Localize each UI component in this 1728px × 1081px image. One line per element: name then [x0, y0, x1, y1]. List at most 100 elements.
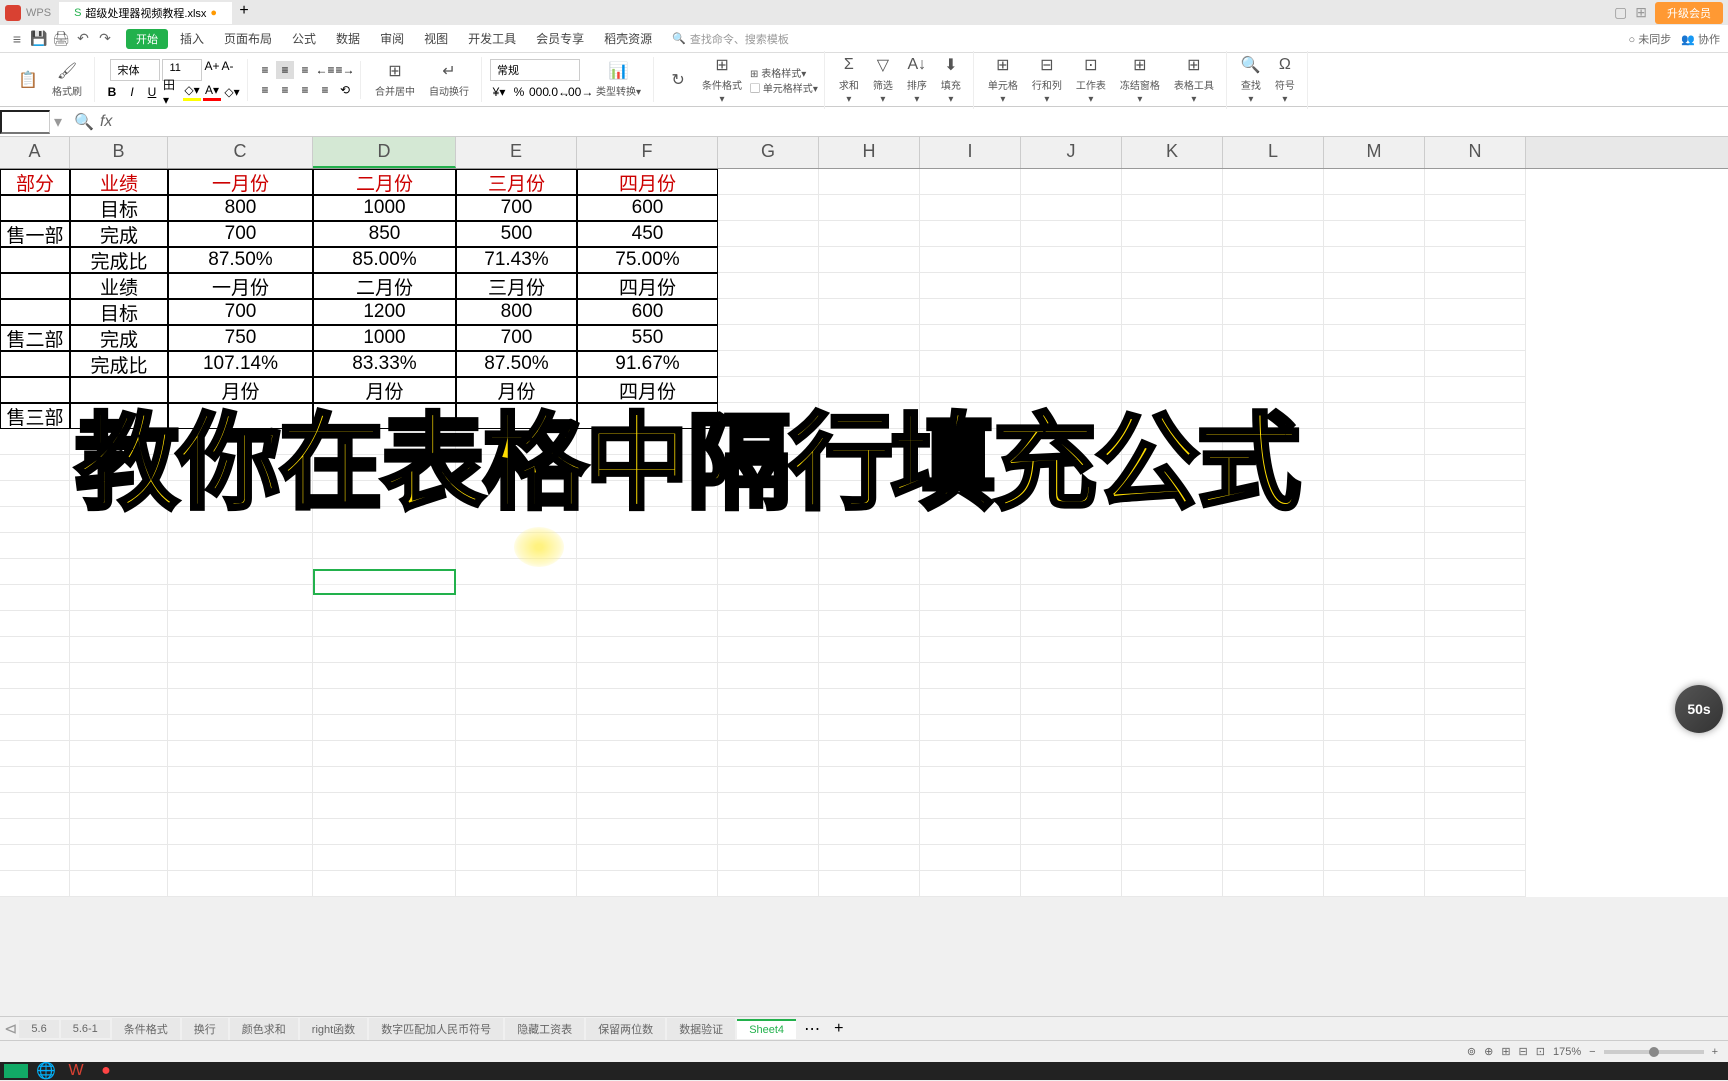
- cell[interactable]: [1324, 351, 1425, 377]
- col-header-A[interactable]: A: [0, 137, 70, 168]
- start-button[interactable]: [4, 1064, 28, 1078]
- cell[interactable]: [1324, 403, 1425, 429]
- cell[interactable]: [0, 767, 70, 793]
- cell[interactable]: [1021, 767, 1122, 793]
- menu-data[interactable]: 数据: [328, 27, 368, 50]
- cell[interactable]: 业绩: [70, 273, 168, 299]
- cell[interactable]: [456, 741, 577, 767]
- cell[interactable]: [819, 195, 920, 221]
- type-convert-button[interactable]: 📊类型转换▾: [590, 57, 647, 102]
- fill-button[interactable]: ⬇填充▾: [935, 51, 967, 109]
- cell[interactable]: [168, 559, 313, 585]
- cell[interactable]: [920, 611, 1021, 637]
- sheet-more-icon[interactable]: ⋯: [798, 1019, 826, 1039]
- cell[interactable]: [1122, 767, 1223, 793]
- cell[interactable]: [718, 585, 819, 611]
- cell[interactable]: 750: [168, 325, 313, 351]
- cell[interactable]: [920, 845, 1021, 871]
- col-header-C[interactable]: C: [168, 137, 313, 168]
- cell[interactable]: [70, 611, 168, 637]
- zoom-slider[interactable]: [1604, 1050, 1704, 1054]
- cell[interactable]: [1122, 351, 1223, 377]
- cell[interactable]: 800: [456, 299, 577, 325]
- col-header-I[interactable]: I: [920, 137, 1021, 168]
- cell[interactable]: [313, 585, 456, 611]
- cell[interactable]: 四月份: [577, 273, 718, 299]
- record-icon[interactable]: ●: [94, 1064, 118, 1078]
- cell[interactable]: [1122, 195, 1223, 221]
- cell[interactable]: 二月份: [313, 273, 456, 299]
- dec-dec-icon[interactable]: .00→: [570, 83, 588, 101]
- sheet-tab[interactable]: 隐藏工资表: [505, 1018, 584, 1040]
- cell[interactable]: [920, 169, 1021, 195]
- cell[interactable]: [1425, 559, 1526, 585]
- cell[interactable]: [456, 871, 577, 897]
- cell[interactable]: [70, 559, 168, 585]
- cell[interactable]: [1425, 403, 1526, 429]
- cell[interactable]: [1324, 247, 1425, 273]
- cell[interactable]: [0, 845, 70, 871]
- format-painter-button[interactable]: 🖌 格式刷: [46, 57, 88, 102]
- cell[interactable]: [1223, 663, 1324, 689]
- cell[interactable]: [819, 637, 920, 663]
- cell[interactable]: 550: [577, 325, 718, 351]
- cell[interactable]: [0, 481, 70, 507]
- cell[interactable]: [920, 741, 1021, 767]
- menu-insert[interactable]: 插入: [172, 27, 212, 50]
- cell[interactable]: [718, 247, 819, 273]
- window-icon[interactable]: ⊞: [1635, 4, 1647, 21]
- cell[interactable]: [1425, 169, 1526, 195]
- document-tab[interactable]: S 超级处理器视频教程.xlsx ●: [59, 2, 232, 24]
- cell[interactable]: [1223, 169, 1324, 195]
- cell[interactable]: [1021, 325, 1122, 351]
- cell[interactable]: [1021, 169, 1122, 195]
- sheet-tab[interactable]: 条件格式: [112, 1018, 180, 1040]
- cell[interactable]: [819, 169, 920, 195]
- percent-icon[interactable]: %: [510, 83, 528, 101]
- cell[interactable]: [819, 273, 920, 299]
- cell[interactable]: [1324, 195, 1425, 221]
- cell[interactable]: [1021, 533, 1122, 559]
- cell[interactable]: [168, 819, 313, 845]
- cell[interactable]: [1425, 819, 1526, 845]
- cell[interactable]: [1425, 507, 1526, 533]
- cell[interactable]: [1324, 767, 1425, 793]
- cell[interactable]: [70, 741, 168, 767]
- cell[interactable]: [70, 663, 168, 689]
- col-header-N[interactable]: N: [1425, 137, 1526, 168]
- cell[interactable]: [1223, 845, 1324, 871]
- collab-button[interactable]: 👥 协作: [1681, 31, 1720, 47]
- view-icon[interactable]: ⊕: [1484, 1045, 1493, 1058]
- cell[interactable]: [1425, 663, 1526, 689]
- cell[interactable]: [1223, 221, 1324, 247]
- cell[interactable]: [920, 325, 1021, 351]
- cell[interactable]: [1425, 351, 1526, 377]
- cell[interactable]: [168, 533, 313, 559]
- cell[interactable]: [1223, 637, 1324, 663]
- cell[interactable]: [1324, 377, 1425, 403]
- cell[interactable]: [168, 637, 313, 663]
- cell[interactable]: [920, 871, 1021, 897]
- cell[interactable]: 售一部: [0, 221, 70, 247]
- cell[interactable]: [718, 793, 819, 819]
- sheet-tab[interactable]: 换行: [182, 1018, 228, 1040]
- cell[interactable]: [1223, 767, 1324, 793]
- cell[interactable]: [920, 351, 1021, 377]
- cell[interactable]: [1425, 533, 1526, 559]
- cell[interactable]: [1324, 845, 1425, 871]
- cell[interactable]: [718, 559, 819, 585]
- cell[interactable]: [1425, 481, 1526, 507]
- sheet-tab[interactable]: 颜色求和: [230, 1018, 298, 1040]
- cell[interactable]: [0, 351, 70, 377]
- indent-dec-icon[interactable]: ←≡: [316, 61, 334, 79]
- font-color-button[interactable]: A▾: [203, 83, 221, 101]
- cell[interactable]: [1021, 611, 1122, 637]
- cell-style-button[interactable]: ▢ 单元格样式▾: [750, 80, 818, 95]
- cell[interactable]: [1324, 299, 1425, 325]
- cell[interactable]: 完成比: [70, 247, 168, 273]
- cell[interactable]: [1021, 273, 1122, 299]
- refresh-button[interactable]: ↻: [662, 66, 694, 94]
- name-box[interactable]: [0, 110, 50, 134]
- cell[interactable]: [1122, 715, 1223, 741]
- col-header-K[interactable]: K: [1122, 137, 1223, 168]
